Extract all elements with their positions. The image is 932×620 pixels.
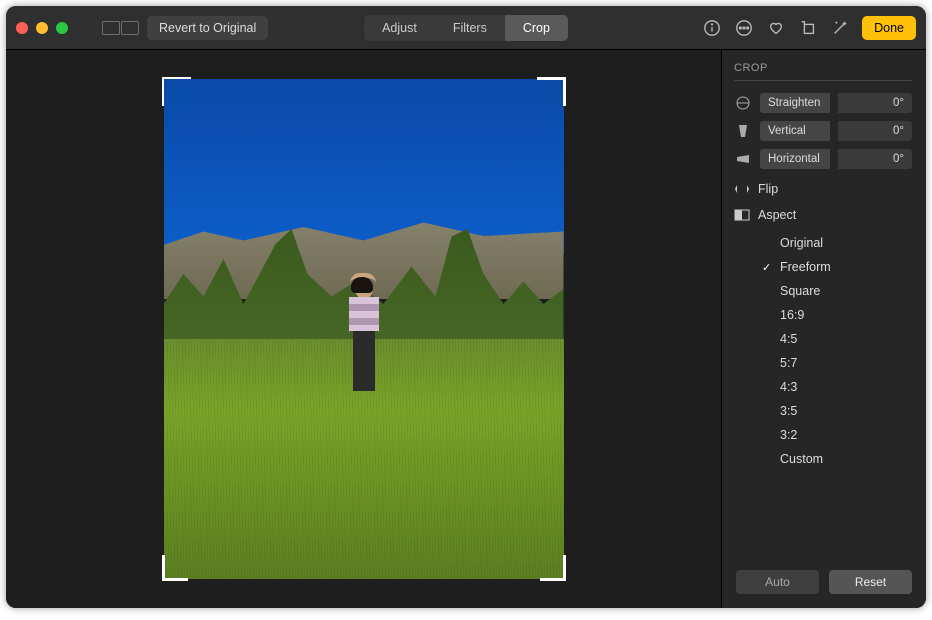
done-button[interactable]: Done <box>862 16 916 40</box>
reset-button[interactable]: Reset <box>829 570 912 594</box>
horizontal-control[interactable]: Horizontal 0° <box>734 149 912 169</box>
app-window: Revert to Original Adjust Filters Crop D… <box>6 6 926 608</box>
edit-mode-tabs: Adjust Filters Crop <box>364 15 568 41</box>
crop-frame[interactable] <box>164 79 564 579</box>
straighten-icon <box>734 94 752 112</box>
aspect-custom[interactable]: ✓Custom <box>758 447 912 471</box>
straighten-value: 0° <box>838 93 912 113</box>
toolbar-right-group: Done <box>702 16 916 40</box>
crop-panel: CROP Straighten 0° Vertical 0° Horizonta… <box>721 50 926 608</box>
window-controls <box>16 22 68 34</box>
aspect-square[interactable]: ✓Square <box>758 279 912 303</box>
straighten-label: Straighten <box>760 93 830 113</box>
auto-button[interactable]: Auto <box>736 570 819 594</box>
aspect-4-5[interactable]: ✓4:5 <box>758 327 912 351</box>
titlebar: Revert to Original Adjust Filters Crop D… <box>6 6 926 50</box>
aspect-5-7[interactable]: ✓5:7 <box>758 351 912 375</box>
vertical-label: Vertical <box>760 121 830 141</box>
aspect-list: ✓Original ✓Freeform ✓Square ✓16:9 ✓4:5 ✓… <box>734 231 912 471</box>
info-icon[interactable] <box>702 18 722 38</box>
panel-title: CROP <box>734 62 912 81</box>
more-icon[interactable] <box>734 18 754 38</box>
aspect-3-5[interactable]: ✓3:5 <box>758 399 912 423</box>
aspect-original[interactable]: ✓Original <box>758 231 912 255</box>
rotate-icon[interactable] <box>798 18 818 38</box>
sidebar-toggle-icon[interactable] <box>102 21 139 35</box>
aspect-4-3[interactable]: ✓4:3 <box>758 375 912 399</box>
revert-button[interactable]: Revert to Original <box>147 16 268 40</box>
tab-adjust[interactable]: Adjust <box>364 15 435 41</box>
canvas-area[interactable] <box>6 50 721 608</box>
content-area: CROP Straighten 0° Vertical 0° Horizonta… <box>6 50 926 608</box>
zoom-window-button[interactable] <box>56 22 68 34</box>
aspect-label: Aspect <box>758 208 796 222</box>
close-window-button[interactable] <box>16 22 28 34</box>
aspect-16-9[interactable]: ✓16:9 <box>758 303 912 327</box>
horizontal-label: Horizontal <box>760 149 830 169</box>
vertical-control[interactable]: Vertical 0° <box>734 121 912 141</box>
straighten-control[interactable]: Straighten 0° <box>734 93 912 113</box>
tab-crop[interactable]: Crop <box>505 15 568 41</box>
vertical-value: 0° <box>838 121 912 141</box>
aspect-3-2[interactable]: ✓3:2 <box>758 423 912 447</box>
favorite-icon[interactable] <box>766 18 786 38</box>
flip-label: Flip <box>758 182 778 196</box>
minimize-window-button[interactable] <box>36 22 48 34</box>
photo-preview <box>164 79 564 579</box>
horizontal-value: 0° <box>838 149 912 169</box>
flip-icon <box>734 181 750 197</box>
panel-footer: Auto Reset <box>722 560 926 608</box>
flip-button[interactable]: Flip <box>734 181 912 197</box>
aspect-freeform[interactable]: ✓Freeform <box>758 255 912 279</box>
vertical-perspective-icon <box>734 122 752 140</box>
aspect-header: Aspect <box>734 207 912 223</box>
tab-filters[interactable]: Filters <box>435 15 505 41</box>
enhance-icon[interactable] <box>830 18 850 38</box>
photo-subject-person <box>348 279 380 459</box>
horizontal-perspective-icon <box>734 150 752 168</box>
aspect-icon <box>734 207 750 223</box>
